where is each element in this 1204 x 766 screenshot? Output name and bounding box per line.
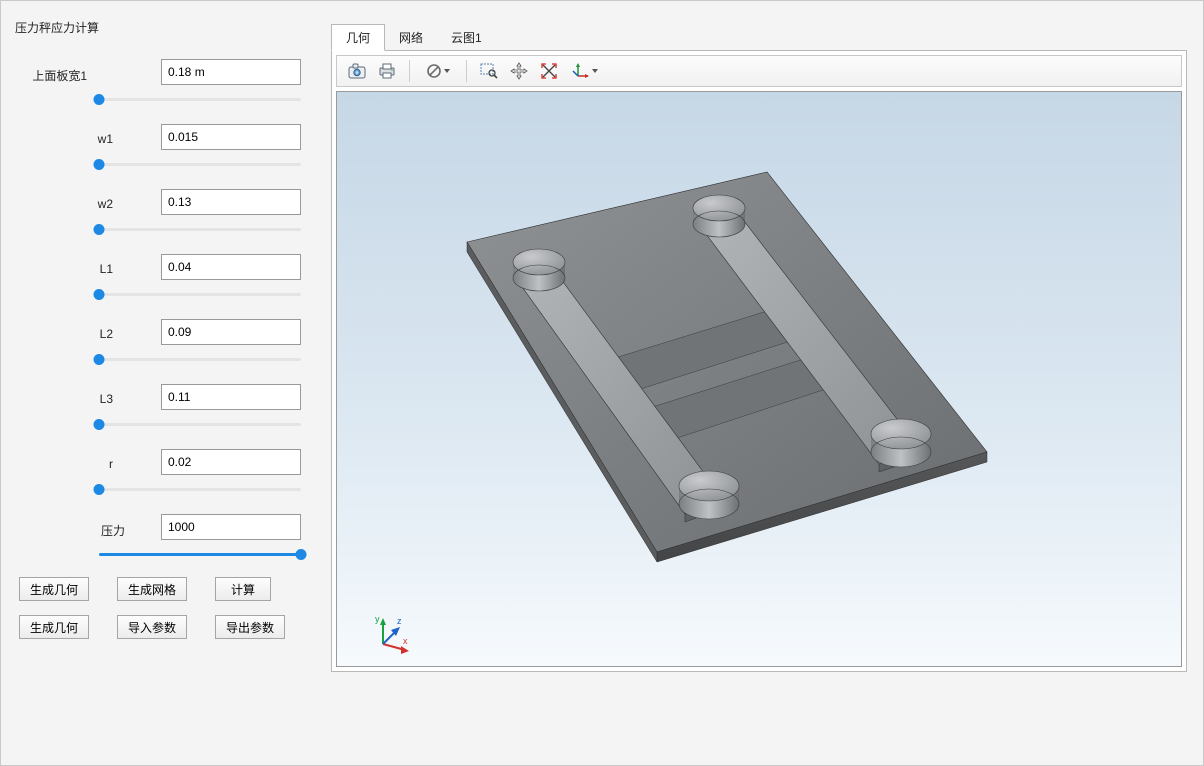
param-row-panel-width: 上面板宽1 xyxy=(1,59,301,111)
camera-icon xyxy=(348,63,366,79)
slider-track xyxy=(99,98,301,101)
param-row-r: r xyxy=(1,449,301,501)
viewer-frame: y x z xyxy=(331,50,1187,672)
tab-mesh[interactable]: 网络 xyxy=(385,24,437,51)
slider-track xyxy=(99,228,301,231)
param-label: L1 xyxy=(53,262,113,276)
param-row-pressure: 压力 xyxy=(1,514,301,566)
parameter-panel: 压力秤应力计算 上面板宽1 w1 w2 xyxy=(1,1,321,765)
snapshot-button[interactable] xyxy=(343,58,371,84)
param-input-l1[interactable] xyxy=(161,254,301,280)
param-row-w2: w2 xyxy=(1,189,301,241)
print-icon xyxy=(378,63,396,79)
generate-mesh-button[interactable]: 生成网格 xyxy=(117,577,187,601)
zoom-box-icon xyxy=(480,63,498,79)
param-slider-panel-width[interactable] xyxy=(99,93,301,107)
generate-geometry-button[interactable]: 生成几何 xyxy=(19,577,89,601)
pan-button[interactable] xyxy=(505,58,533,84)
view-orientation-button[interactable] xyxy=(565,58,605,84)
chevron-down-icon xyxy=(592,69,598,73)
param-label: w2 xyxy=(53,197,113,211)
slider-thumb[interactable] xyxy=(94,484,105,495)
toolbar-separator xyxy=(466,60,467,82)
slider-thumb[interactable] xyxy=(94,159,105,170)
selection-mode-button[interactable] xyxy=(418,58,458,84)
export-params-button[interactable]: 导出参数 xyxy=(215,615,285,639)
param-row-l3: L3 xyxy=(1,384,301,436)
slider-track xyxy=(99,163,301,166)
slider-track xyxy=(99,488,301,491)
panel-title: 压力秤应力计算 xyxy=(15,19,99,36)
slider-thumb[interactable] xyxy=(94,419,105,430)
param-slider-w1[interactable] xyxy=(99,158,301,172)
param-slider-l2[interactable] xyxy=(99,353,301,367)
param-row-w1: w1 xyxy=(1,124,301,176)
slider-track xyxy=(99,423,301,426)
slider-fill xyxy=(99,553,301,556)
geometry-svg xyxy=(337,92,1182,667)
print-button[interactable] xyxy=(373,58,401,84)
slider-track xyxy=(99,293,301,296)
generate-geometry-button-2[interactable]: 生成几何 xyxy=(19,615,89,639)
slider-thumb[interactable] xyxy=(94,94,105,105)
action-row-2: 生成几何 导入参数 导出参数 xyxy=(19,615,285,639)
orientation-triad: y x z xyxy=(367,608,407,648)
param-label: 上面板宽1 xyxy=(27,67,87,84)
action-row-1: 生成几何 生成网格 计算 xyxy=(19,577,271,601)
param-slider-pressure[interactable] xyxy=(99,548,301,562)
param-label: L3 xyxy=(53,392,113,406)
viewer-area: 几何 网络 云图1 xyxy=(331,23,1197,51)
param-input-r[interactable] xyxy=(161,449,301,475)
param-input-w1[interactable] xyxy=(161,124,301,150)
param-label: w1 xyxy=(53,132,113,146)
slider-track xyxy=(99,358,301,361)
param-row-l1: L1 xyxy=(1,254,301,306)
param-slider-r[interactable] xyxy=(99,483,301,497)
no-symbol-icon xyxy=(426,63,442,79)
triad-z-label: z xyxy=(397,616,402,626)
slider-thumb[interactable] xyxy=(296,549,307,560)
import-params-button[interactable]: 导入参数 xyxy=(117,615,187,639)
param-slider-l1[interactable] xyxy=(99,288,301,302)
chevron-down-icon xyxy=(444,69,450,73)
param-input-l3[interactable] xyxy=(161,384,301,410)
param-input-pressure[interactable] xyxy=(161,514,301,540)
tab-geometry[interactable]: 几何 xyxy=(331,24,385,51)
triad-y-label: y xyxy=(375,614,380,624)
compute-button[interactable]: 计算 xyxy=(215,577,271,601)
param-input-w2[interactable] xyxy=(161,189,301,215)
pan-icon xyxy=(510,62,528,80)
app-root: 压力秤应力计算 上面板宽1 w1 w2 xyxy=(0,0,1204,766)
param-label: L2 xyxy=(53,327,113,341)
param-label: r xyxy=(53,457,113,471)
param-slider-l3[interactable] xyxy=(99,418,301,432)
param-slider-w2[interactable] xyxy=(99,223,301,237)
geometry-viewport[interactable]: y x z xyxy=(336,91,1182,667)
param-input-l2[interactable] xyxy=(161,319,301,345)
zoom-extents-icon xyxy=(540,62,558,80)
viewer-toolbar xyxy=(336,55,1182,87)
tab-contour[interactable]: 云图1 xyxy=(437,24,496,51)
zoom-box-button[interactable] xyxy=(475,58,503,84)
zoom-extents-button[interactable] xyxy=(535,58,563,84)
slider-thumb[interactable] xyxy=(94,289,105,300)
param-row-l2: L2 xyxy=(1,319,301,371)
axes-icon xyxy=(572,62,590,80)
triad-x-label: x xyxy=(403,636,408,646)
param-input-panel-width[interactable] xyxy=(161,59,301,85)
param-label: 压力 xyxy=(65,522,125,539)
slider-thumb[interactable] xyxy=(94,354,105,365)
viewer-tabs: 几何 网络 云图1 xyxy=(331,23,1197,51)
toolbar-separator xyxy=(409,60,410,82)
slider-thumb[interactable] xyxy=(94,224,105,235)
